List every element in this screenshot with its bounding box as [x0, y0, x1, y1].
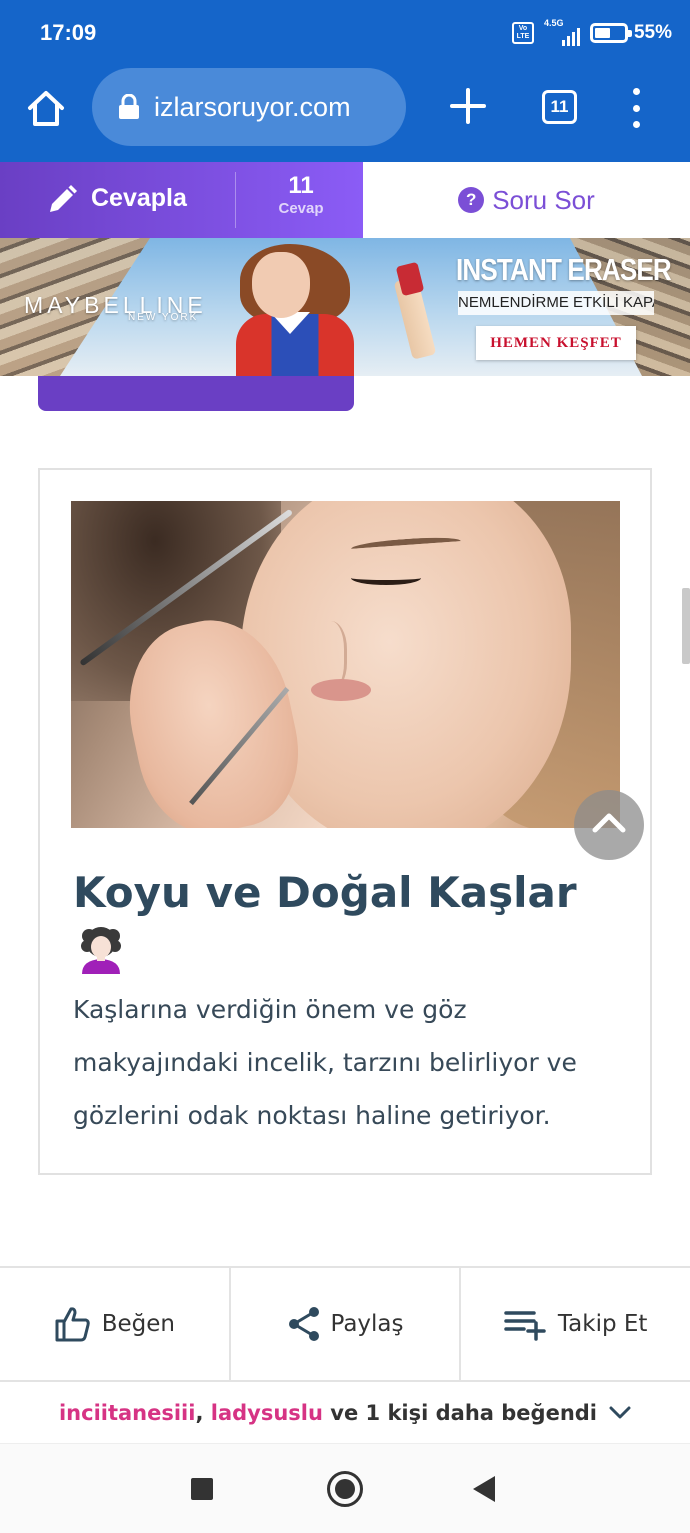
woman-curly-hair-emoji-icon — [76, 924, 126, 974]
chevron-up-icon — [592, 813, 626, 833]
liker-user-link[interactable]: inciitanesiii — [59, 1401, 196, 1425]
ad-subline: NEMLENDİRME ETKİLİ KAPATICI — [458, 291, 654, 315]
scrollbar-thumb[interactable] — [682, 588, 690, 664]
question-icon: ? — [458, 187, 485, 213]
playlist-add-icon — [504, 1311, 546, 1341]
content-card: Koyu ve Doğal Kaşlar Kaşlarına verdiğin … — [38, 468, 652, 1175]
ask-label: Soru Sor — [492, 184, 595, 215]
ad-product-image — [393, 261, 437, 366]
system-nav-bar — [0, 1443, 690, 1533]
liker-suffix: kişi daha beğendi — [380, 1401, 598, 1425]
ad-headline: INSTANT ERASER — [456, 252, 672, 287]
browser-toolbar: izlarsoruyor.com 11 — [0, 64, 690, 162]
share-button[interactable]: Paylaş — [231, 1268, 462, 1380]
volte-icon: Vo LTE — [511, 22, 534, 44]
likers-summary[interactable]: inciitanesiii , ladysuslu ve 1 kişi daha… — [0, 1384, 690, 1442]
card-title: Koyu ve Doğal Kaşlar — [73, 868, 577, 917]
question-action-row: Cevapla 11 Cevap ? Soru Sor — [0, 162, 690, 238]
lock-icon — [118, 93, 140, 120]
answer-label: Cevapla — [91, 184, 187, 212]
battery-icon — [589, 23, 632, 43]
card-description: Kaşlarına verdiğin önem ve göz makyajınd… — [73, 995, 577, 1130]
ad-cta-button[interactable]: HEMEN KEŞFET — [476, 326, 636, 360]
makeup-photo — [71, 501, 620, 828]
signal-icon: 4.5G — [543, 18, 580, 46]
liker-user-link[interactable]: ladysuslu — [211, 1401, 323, 1425]
like-label: Beğen — [101, 1311, 175, 1337]
ad-brand-sub: NEW YORK — [128, 312, 199, 323]
network-type: 4.5G — [543, 18, 564, 28]
thumbs-up-icon — [55, 1307, 90, 1342]
answer-count-number: 11 — [288, 172, 314, 199]
battery-fill — [594, 28, 611, 38]
ask-question-button[interactable]: ? Soru Sor — [363, 162, 690, 238]
home-nav-button[interactable] — [327, 1471, 363, 1507]
home-icon — [28, 91, 64, 126]
status-bar: 17:09 Vo LTE 4.5G 55% — [0, 0, 690, 64]
liker-count: 1 — [365, 1401, 381, 1425]
scroll-to-top-button[interactable] — [574, 790, 644, 860]
more-menu-button[interactable] — [624, 88, 648, 128]
follow-label: Takip Et — [557, 1311, 648, 1337]
tab-switcher-button[interactable]: 11 — [542, 90, 577, 124]
share-icon — [288, 1307, 319, 1341]
battery-indicator: 55% — [589, 22, 672, 44]
share-label: Paylaş — [330, 1311, 404, 1337]
liker-separator: , — [195, 1401, 211, 1425]
status-time: 17:09 — [40, 20, 97, 45]
chevron-down-icon[interactable] — [609, 1406, 631, 1420]
answer-button[interactable]: Cevapla 11 Cevap — [0, 162, 363, 238]
purple-tab-strip — [38, 376, 354, 411]
post-actions-bar: Beğen Paylaş Takip Et — [0, 1266, 690, 1382]
ad-banner[interactable]: MAYBELLINE NEW YORK INSTANT ERASER NEMLE… — [0, 238, 690, 376]
url-bar[interactable]: izlarsoruyor.com — [92, 68, 406, 146]
answer-count: 11 Cevap — [262, 172, 340, 217]
follow-button[interactable]: Takip Et — [461, 1268, 690, 1380]
like-button[interactable]: Beğen — [0, 1268, 231, 1380]
home-button[interactable] — [24, 86, 68, 130]
pencil-icon — [50, 185, 77, 212]
liker-connector: ve — [322, 1401, 366, 1425]
battery-label: 55% — [633, 22, 672, 43]
url-text: izlarsoruyor.com — [154, 91, 351, 122]
new-tab-button[interactable] — [448, 86, 488, 126]
answer-count-label: Cevap — [278, 200, 324, 217]
recents-button[interactable] — [191, 1478, 213, 1500]
ad-model-image — [230, 244, 380, 376]
divider — [235, 172, 236, 228]
more-vert-icon — [632, 88, 640, 95]
back-button[interactable] — [473, 1476, 495, 1502]
plus-icon — [450, 88, 486, 124]
status-icons: Vo LTE 4.5G 55% — [511, 18, 672, 48]
